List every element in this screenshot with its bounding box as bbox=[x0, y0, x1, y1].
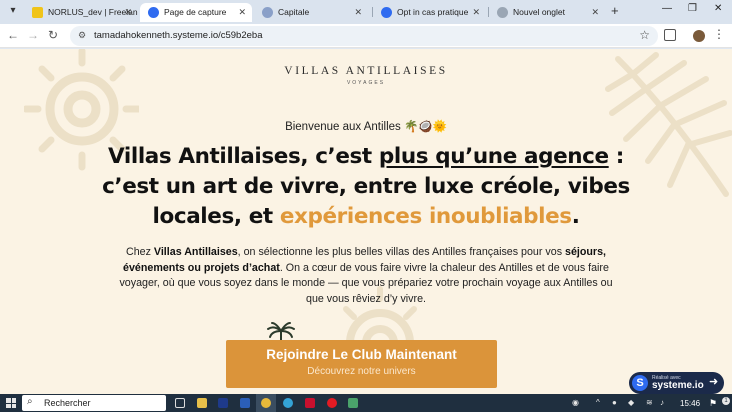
intro-paragraph: Chez Villas Antillaises, on sélectionne … bbox=[112, 245, 620, 307]
cta-subtitle: Découvrez notre univers bbox=[307, 366, 416, 377]
profile-avatar[interactable] bbox=[693, 30, 705, 42]
windows-taskbar: ⌕ Rechercher ◉ ^ ● ◆ ≋ ♪ 15:46 ⚑ 1 bbox=[0, 394, 732, 412]
close-icon[interactable]: ✕ bbox=[354, 3, 362, 22]
taskbar-clock[interactable]: 15:46 bbox=[680, 399, 700, 408]
extensions-icon[interactable] bbox=[664, 29, 676, 41]
close-icon[interactable]: ✕ bbox=[591, 3, 599, 22]
chrome-favicon-icon bbox=[497, 7, 508, 18]
capitale-favicon-icon bbox=[262, 7, 273, 18]
search-icon: ⌕ bbox=[27, 396, 33, 407]
tab-nouvel-onglet[interactable]: Nouvel onglet ✕ bbox=[489, 3, 605, 22]
tab-search-icon[interactable]: ▾ bbox=[6, 4, 20, 18]
tray-app-icon[interactable]: ◆ bbox=[628, 398, 634, 407]
url-text[interactable]: tamadahokenneth.systeme.io/c59b2eba bbox=[94, 30, 262, 41]
join-club-button[interactable]: Rejoindre Le Club Maintenant Découvrez n… bbox=[226, 340, 497, 388]
minimize-icon[interactable]: — bbox=[662, 3, 672, 14]
chevron-up-icon[interactable]: ^ bbox=[596, 398, 600, 407]
photoshop-icon[interactable] bbox=[218, 398, 228, 408]
brand-logo[interactable]: VILLAS ANTILLAISES bbox=[0, 65, 732, 77]
netflix-icon[interactable] bbox=[305, 398, 315, 408]
systeme-logo-icon: S bbox=[632, 375, 648, 391]
tab-capitale[interactable]: Capitale ✕ bbox=[254, 3, 368, 22]
tray-app-icon[interactable]: ◉ bbox=[572, 398, 579, 407]
search-placeholder: Rechercher bbox=[44, 398, 91, 408]
address-bar[interactable]: ⚙ tamadahokenneth.systeme.io/c59b2eba ☆ bbox=[70, 26, 658, 46]
tab-strip: ▾ NORLUS_dev | Freelance ✕ Page de captu… bbox=[0, 0, 732, 24]
volume-icon[interactable]: ♪ bbox=[660, 398, 664, 407]
tab-title: Nouvel onglet bbox=[513, 7, 565, 17]
task-view-icon[interactable] bbox=[175, 398, 185, 408]
telegram-icon[interactable] bbox=[283, 398, 293, 408]
tab-title: Page de capture bbox=[164, 7, 227, 17]
word-icon[interactable] bbox=[240, 398, 250, 408]
tab-title: Capitale bbox=[278, 7, 310, 17]
headline-accent: expériences inoubliables bbox=[279, 204, 572, 229]
taskbar-search[interactable]: ⌕ Rechercher bbox=[22, 395, 166, 411]
forward-arrow-icon[interactable]: → bbox=[26, 28, 40, 42]
back-arrow-icon[interactable]: ← bbox=[6, 28, 20, 42]
badge-brand: systeme.io bbox=[652, 380, 704, 391]
close-icon[interactable]: ✕ bbox=[124, 3, 132, 22]
chrome-icon[interactable] bbox=[261, 398, 271, 408]
file-explorer-icon[interactable] bbox=[197, 398, 207, 408]
reload-icon[interactable]: ↻ bbox=[46, 28, 60, 42]
headline-part: . bbox=[571, 204, 580, 229]
tray-app-icon[interactable]: ● bbox=[612, 398, 617, 407]
paragraph-bold: Villas Antillaises bbox=[153, 246, 238, 258]
brand-logo-subtitle: VOYAGES bbox=[346, 80, 386, 86]
plus-icon[interactable]: + bbox=[611, 3, 619, 18]
headline-underlined: plus qu’une agence bbox=[378, 144, 609, 169]
freelance-favicon-icon bbox=[32, 7, 43, 18]
tab-opt-in[interactable]: Opt in cas pratique ✕ bbox=[373, 3, 486, 22]
menu-dots-icon[interactable]: ⋮ bbox=[713, 27, 725, 41]
tab-norlus[interactable]: NORLUS_dev | Freelance ✕ bbox=[24, 3, 138, 22]
cta-title: Rejoindre Le Club Maintenant bbox=[266, 347, 457, 362]
systeme-io-badge[interactable]: S Réalisé avec systeme.io ➜ bbox=[629, 372, 724, 394]
paragraph-text: Chez bbox=[125, 246, 154, 258]
tab-page-de-capture[interactable]: Page de capture ✕ bbox=[140, 3, 252, 22]
opera-icon[interactable] bbox=[327, 398, 337, 408]
browser-toolbar: ← → ↻ ⚙ tamadahokenneth.systeme.io/c59b2… bbox=[0, 24, 732, 48]
bookmark-star-icon[interactable]: ☆ bbox=[639, 28, 650, 42]
app-icon[interactable] bbox=[348, 398, 358, 408]
close-icon[interactable]: ✕ bbox=[472, 3, 480, 22]
systeme-favicon-icon bbox=[381, 7, 392, 18]
close-icon[interactable]: ✕ bbox=[238, 3, 246, 22]
headline-part: Villas Antillaises, c’est bbox=[108, 144, 379, 169]
windows-start-icon[interactable] bbox=[6, 398, 16, 408]
restore-icon[interactable]: ❐ bbox=[688, 3, 697, 14]
notification-bell-icon[interactable]: ⚑ bbox=[709, 398, 717, 409]
page-headline: Villas Antillaises, c’est plus qu’une ag… bbox=[100, 142, 632, 232]
paragraph-text: , on sélectionne les plus belles villas … bbox=[237, 246, 566, 258]
notification-count[interactable]: 1 bbox=[722, 397, 730, 405]
welcome-text: Bienvenue aux Antilles 🌴🥥🌞 bbox=[285, 121, 447, 133]
site-info-icon[interactable]: ⚙ bbox=[78, 30, 89, 41]
wifi-icon[interactable]: ≋ bbox=[646, 398, 653, 407]
arrow-right-icon: ➜ bbox=[709, 376, 719, 388]
systeme-favicon-icon bbox=[148, 7, 159, 18]
close-window-icon[interactable]: ✕ bbox=[714, 3, 722, 14]
landing-page: VILLAS ANTILLAISES VOYAGES Bienvenue aux… bbox=[0, 49, 732, 394]
tab-title: Opt in cas pratique bbox=[397, 7, 469, 17]
